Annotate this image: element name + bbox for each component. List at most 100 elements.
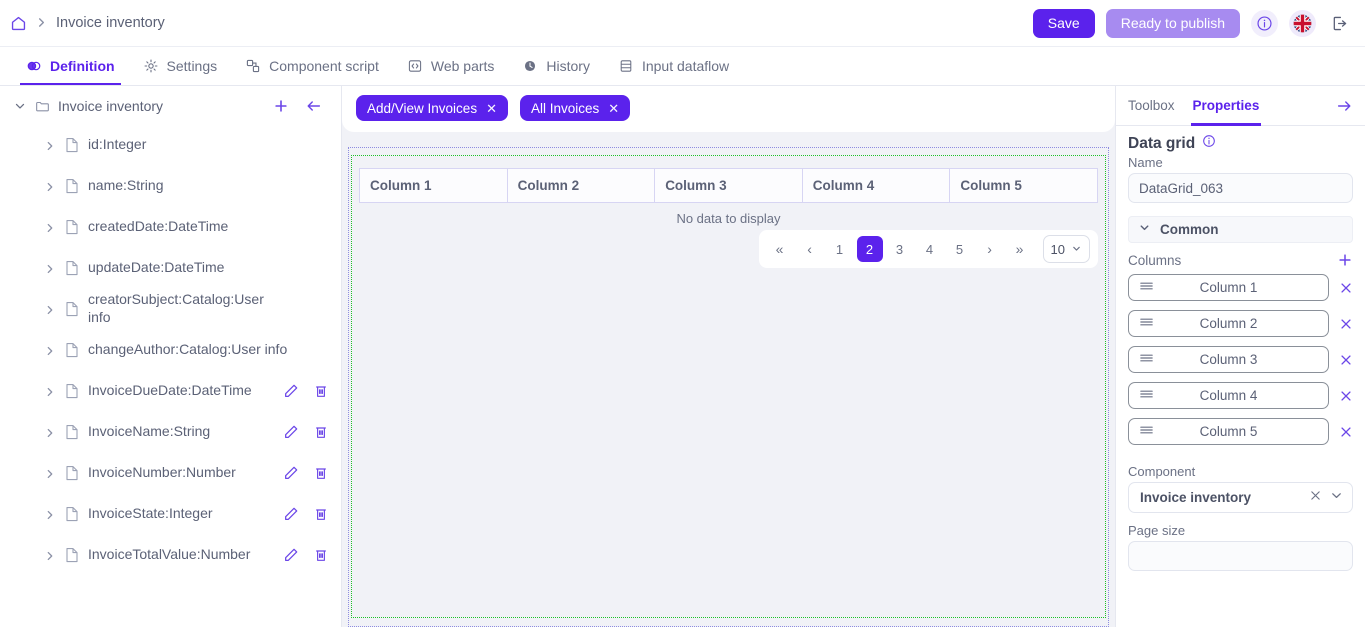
tab-web-parts[interactable]: Web parts [393,47,509,85]
tab-definition[interactable]: Definition [12,47,129,85]
pagination-page-1[interactable]: 1 [827,236,853,262]
tab-history[interactable]: History [508,47,604,85]
column-list-item[interactable]: Column 3 [1116,346,1365,373]
logout-icon[interactable] [1327,11,1351,35]
clear-icon[interactable] [1309,489,1322,507]
pagination-prev-button[interactable]: ‹ [797,236,823,262]
pagination-next-button[interactable]: › [977,236,1003,262]
close-icon[interactable]: ✕ [486,102,497,115]
remove-column-icon[interactable] [1339,353,1353,367]
tree-item[interactable]: updateDate:DateTime [0,247,341,288]
page-size-select[interactable]: 10 [1043,235,1090,263]
breadcrumb-current[interactable]: Invoice inventory [56,15,165,31]
pagination-page-5[interactable]: 5 [947,236,973,262]
column-list-item[interactable]: Column 5 [1116,418,1365,445]
delete-icon[interactable] [313,547,329,563]
chevron-down-icon[interactable] [13,99,27,113]
chevron-down-icon[interactable] [1330,489,1343,507]
chevron-right-icon[interactable] [44,303,56,315]
page-chip-add-view-invoices[interactable]: Add/View Invoices ✕ [356,95,508,121]
tab-settings[interactable]: Settings [129,47,232,85]
remove-column-icon[interactable] [1339,317,1353,331]
column-header[interactable]: Column 3 [655,169,803,203]
tree-item[interactable]: InvoiceTotalValue:Number [0,534,341,575]
tree-item[interactable]: InvoiceState:Integer [0,493,341,534]
tree-item[interactable]: creatorSubject:Catalog:User info [0,288,341,329]
tree-item[interactable]: id:Integer [0,124,341,165]
tab-component-script[interactable]: Component script [231,47,393,85]
save-button[interactable]: Save [1033,9,1095,38]
expand-panel-button[interactable] [1335,98,1353,114]
column-pill[interactable]: Column 4 [1128,382,1329,409]
home-icon[interactable] [10,15,27,32]
chevron-right-icon[interactable] [44,549,56,561]
ready-to-publish-button[interactable]: Ready to publish [1106,9,1240,38]
tab-input-dataflow[interactable]: Input dataflow [604,47,743,85]
pagination-page-3[interactable]: 3 [887,236,913,262]
collapse-sidebar-button[interactable] [305,98,323,114]
tree-item[interactable]: createdDate:DateTime [0,206,341,247]
page-size-input[interactable] [1128,541,1353,571]
column-list-item[interactable]: Column 2 [1116,310,1365,337]
remove-column-icon[interactable] [1339,425,1353,439]
chevron-right-icon[interactable] [44,180,56,192]
add-field-button[interactable] [273,98,289,114]
page-region-outer[interactable]: Column 1 Column 2 Column 3 Column 4 Colu… [348,147,1109,627]
chevron-right-icon[interactable] [44,385,56,397]
chevron-right-icon[interactable] [44,426,56,438]
data-grid-widget[interactable]: Column 1 Column 2 Column 3 Column 4 Colu… [359,168,1098,268]
column-pill[interactable]: Column 2 [1128,310,1329,337]
column-list-item[interactable]: Column 1 [1116,274,1365,301]
edit-icon[interactable] [283,547,299,563]
page-chip-all-invoices[interactable]: All Invoices ✕ [520,95,630,121]
tree-item[interactable]: changeAuthor:Catalog:User info [0,329,341,370]
tree-item[interactable]: InvoiceName:String [0,411,341,452]
chevron-right-icon[interactable] [44,467,56,479]
chevron-right-icon[interactable] [44,139,56,151]
tab-toolbox[interactable]: Toolbox [1128,86,1175,126]
chevron-right-icon[interactable] [44,344,56,356]
remove-column-icon[interactable] [1339,281,1353,295]
edit-icon[interactable] [283,506,299,522]
chevron-right-icon[interactable] [44,221,56,233]
column-list-item[interactable]: Column 4 [1116,382,1365,409]
chevron-right-icon[interactable] [44,262,56,274]
delete-icon[interactable] [313,465,329,481]
tree-item[interactable]: name:String [0,165,341,206]
info-icon[interactable] [1251,10,1278,37]
component-select[interactable]: Invoice inventory [1128,482,1353,513]
document-icon [65,137,79,153]
pagination-first-button[interactable]: « [767,236,793,262]
column-header[interactable]: Column 1 [360,169,508,203]
edit-icon[interactable] [283,465,299,481]
remove-column-icon[interactable] [1339,389,1353,403]
column-pill[interactable]: Column 1 [1128,274,1329,301]
column-pill[interactable]: Column 5 [1128,418,1329,445]
pagination-page-2[interactable]: 2 [857,236,883,262]
column-pill[interactable]: Column 3 [1128,346,1329,373]
tree-root-row[interactable]: Invoice inventory [0,86,341,124]
name-input[interactable]: DataGrid_063 [1128,173,1353,203]
tree-item[interactable]: InvoiceDueDate:DateTime [0,370,341,411]
pagination-last-button[interactable]: » [1007,236,1033,262]
add-column-button[interactable] [1337,252,1353,268]
column-header[interactable]: Column 4 [802,169,950,203]
tab-properties[interactable]: Properties [1193,86,1260,126]
delete-icon[interactable] [313,424,329,440]
pagination-page-4[interactable]: 4 [917,236,943,262]
uk-flag-icon[interactable] [1289,10,1316,37]
selected-widget-region[interactable]: Column 1 Column 2 Column 3 Column 4 Colu… [351,155,1106,618]
section-common-header[interactable]: Common [1128,216,1353,243]
delete-icon[interactable] [313,506,329,522]
delete-icon[interactable] [313,383,329,399]
close-icon[interactable]: ✕ [608,102,619,115]
tree-item-label: InvoiceName:String [88,423,210,441]
tab-label: Input dataflow [642,58,729,74]
tree-item[interactable]: InvoiceNumber:Number [0,452,341,493]
column-header[interactable]: Column 2 [507,169,655,203]
info-icon[interactable] [1202,134,1216,153]
chevron-right-icon[interactable] [44,508,56,520]
edit-icon[interactable] [283,383,299,399]
column-header[interactable]: Column 5 [950,169,1098,203]
edit-icon[interactable] [283,424,299,440]
